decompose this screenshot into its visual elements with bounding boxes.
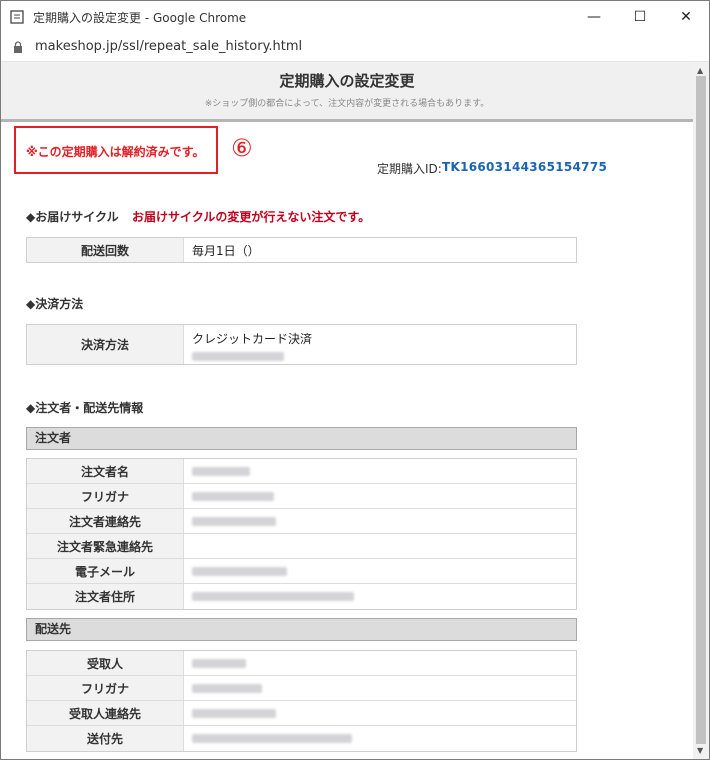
orderer-table: 注文者名 フリガナ 注文者連絡先 注文者緊急連絡先 電子メール 注文者住所 [26,458,577,610]
orderer-info-heading: ◆注文者・配送先情報 [26,401,144,415]
document-icon [10,10,24,24]
delivery-cycle-warning: お届けサイクルの変更が行えない注文です。 [132,210,371,224]
page-viewport: 定期購入の設定変更 ※ショップ側の都合によって、注文内容が変更される場合もありま… [1,62,693,759]
redacted-text [192,509,276,533]
row-label: 注文者緊急連絡先 [27,534,184,558]
address-bar[interactable]: makeshop.jp/ssl/repeat_sale_history.html [1,33,709,62]
table-row: 注文者名 [27,459,576,484]
scrollbar-thumb[interactable] [696,76,706,744]
row-label: 注文者名 [27,459,184,483]
scroll-down-icon[interactable]: ▼ [697,746,703,755]
maximize-button[interactable]: ☐ [617,1,663,33]
redacted-text [192,350,312,364]
table-row: 受取人 [27,651,576,676]
row-value: 毎月1日（） [192,243,260,258]
browser-window: 定期購入の設定変更 - Google Chrome — ☐ ✕ makeshop… [0,0,710,760]
redacted-text [192,559,287,583]
row-label: 配送回数 [27,238,184,262]
table-row: フリガナ [27,484,576,509]
table-row: 配送回数 毎月1日（） [27,238,576,262]
row-label: 決済方法 [27,325,184,364]
lock-icon [14,41,22,53]
minimize-button[interactable]: — [571,1,617,33]
cancelled-text: ※この定期購入は解約済みです。 [26,145,205,159]
delivery-subheader: 配送先 [26,618,577,641]
redacted-text [192,484,274,508]
table-row: 注文者緊急連絡先 [27,534,576,559]
table-row: 決済方法 クレジットカード決済 [27,325,576,364]
orderer-subheader: 注文者 [26,427,577,450]
redacted-text [192,584,354,609]
delivery-cycle-table: 配送回数 毎月1日（） [26,237,577,263]
page-title: 定期購入の設定変更 [279,72,415,90]
repeat-id-value: TK16603144365154775 [442,160,608,174]
scroll-up-icon[interactable]: ▲ [697,66,703,75]
row-label: 送付先 [27,726,184,751]
payment-method-value: クレジットカード決済 [192,332,313,346]
table-row: フリガナ [27,676,576,701]
vertical-scrollbar[interactable]: ▲ ▼ [693,62,709,759]
cancelled-notice: ※この定期購入は解約済みです。 [14,126,218,174]
window-title: 定期購入の設定変更 - Google Chrome [33,11,247,25]
table-row: 送付先 [27,726,576,751]
delivery-cycle-heading: ◆お届けサイクル [26,210,119,224]
redacted-text [192,651,246,675]
row-label: 受取人連絡先 [27,701,184,725]
repeat-id-label: 定期購入ID: [377,162,442,176]
row-label: 電子メール [27,559,184,583]
row-label: 注文者連絡先 [27,509,184,533]
row-label: 受取人 [27,651,184,675]
redacted-text [192,676,262,700]
page-header: 定期購入の設定変更 ※ショップ側の都合によって、注文内容が変更される場合もありま… [1,62,693,122]
table-row: 注文者住所 [27,584,576,609]
row-label: 注文者住所 [27,584,184,609]
payment-heading: ◆決済方法 [26,297,84,311]
close-button[interactable]: ✕ [663,1,709,33]
page-note: ※ショップ側の都合によって、注文内容が変更される場合もあります。 [204,99,490,109]
row-label: フリガナ [27,484,184,508]
row-value: クレジットカード決済 [192,330,312,364]
redacted-text [192,701,276,725]
url-text[interactable]: makeshop.jp/ssl/repeat_sale_history.html [35,39,302,54]
table-row: 受取人連絡先 [27,701,576,726]
title-bar: 定期購入の設定変更 - Google Chrome — ☐ ✕ [1,1,709,33]
delivery-table: 受取人 フリガナ 受取人連絡先 送付先 [26,650,577,752]
annotation-marker: ⑥ [231,134,253,162]
row-label: フリガナ [27,676,184,700]
redacted-text [192,726,352,751]
payment-table: 決済方法 クレジットカード決済 [26,324,577,365]
table-row: 電子メール [27,559,576,584]
table-row: 注文者連絡先 [27,509,576,534]
redacted-text [192,459,250,483]
